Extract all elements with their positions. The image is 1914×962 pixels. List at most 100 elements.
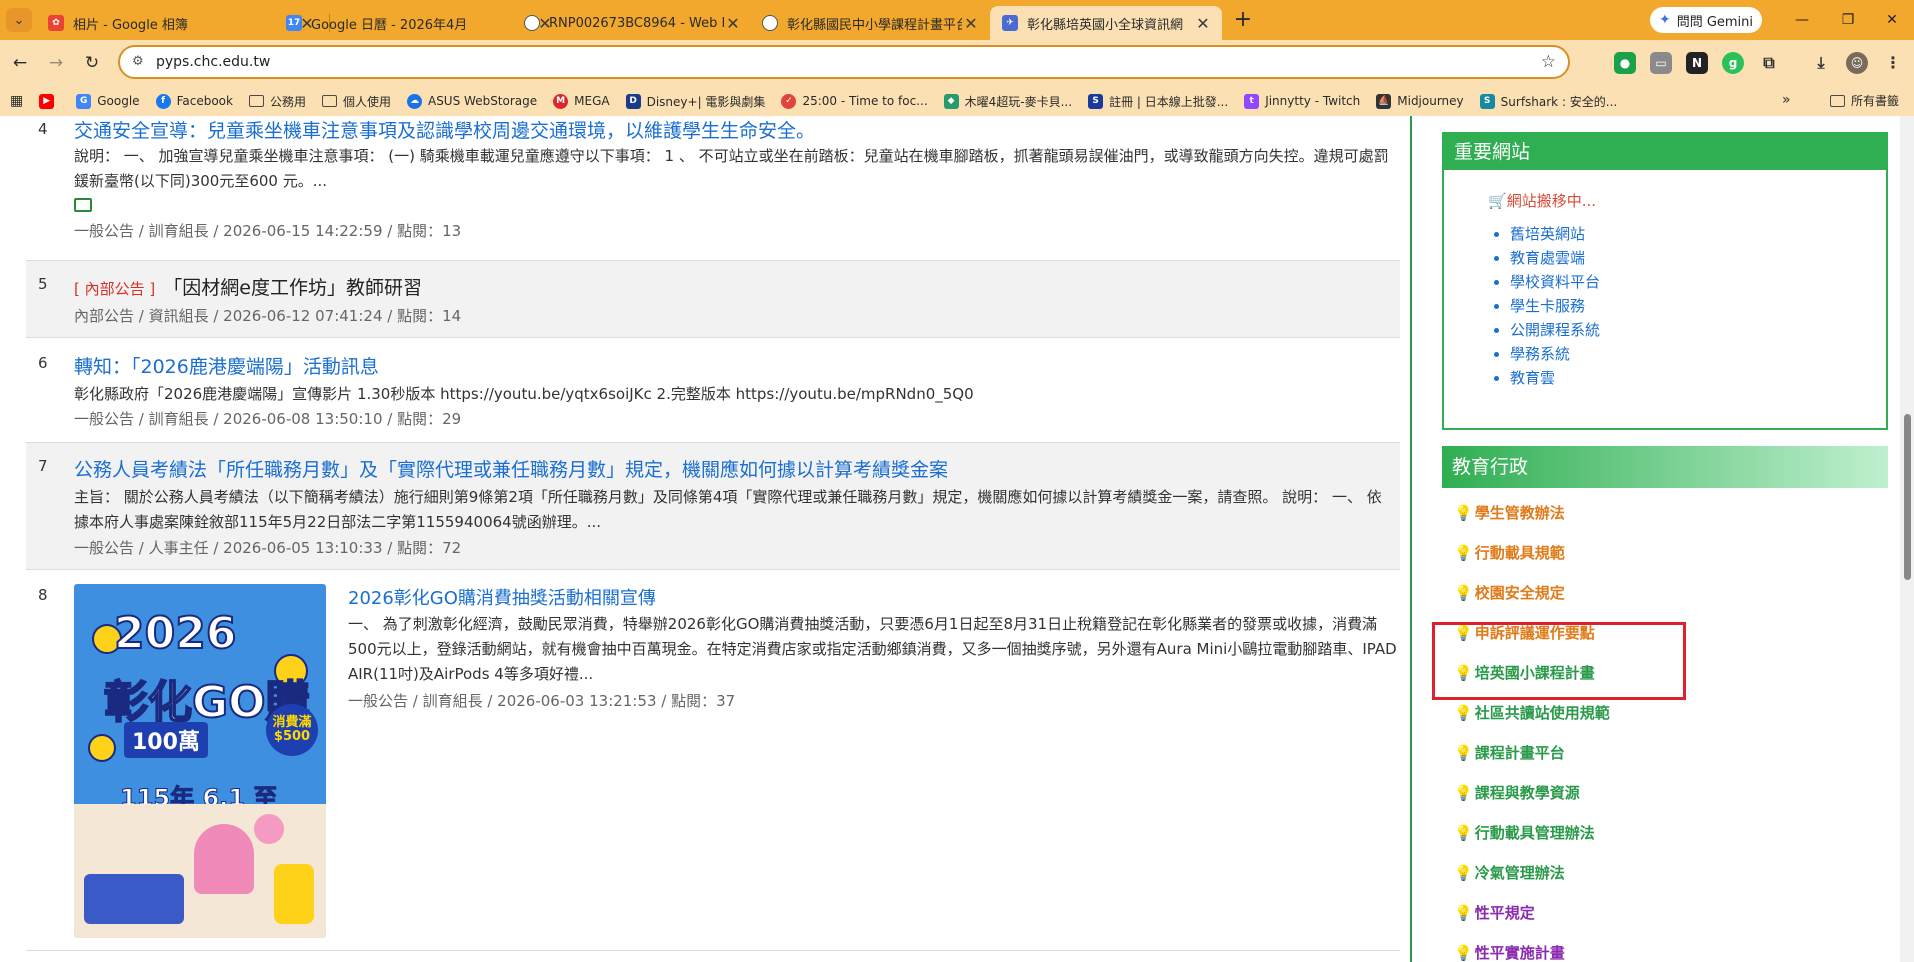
tab-peiying-school[interactable]: ✈ 彰化縣培英國小全球資訊網 ✕ [990,6,1222,40]
close-icon[interactable]: ✕ [724,14,742,33]
bookmark-disney[interactable]: D Disney+| 電影與劇集 [625,93,766,110]
content-divider [1410,116,1412,962]
all-bookmarks-button[interactable]: 所有書籤 [1830,92,1899,109]
admin-link[interactable]: 💡 課程與教學資源 [1454,782,1580,803]
bookmark-surfshark[interactable]: S Surfshark : 安全的... [1479,93,1617,110]
tab-web-image[interactable]: RNP002673BC8964 - Web Im ✕ [512,6,752,40]
site-link[interactable]: 舊培英網站 [1510,222,1600,246]
tab-search-button[interactable]: ⌄ [6,8,32,32]
folder-icon [1830,94,1845,107]
site-link[interactable]: 教育雲 [1510,366,1600,390]
extension-icon[interactable]: ● [1614,52,1636,74]
site-link[interactable]: 教育處雲端 [1510,246,1600,270]
news-item: 7 公務人員考績法「所任職務月數」及「實際代理或兼任職務月數」規定，機關應如何據… [26,442,1400,570]
admin-link-label: 性平實施計畫 [1474,944,1565,962]
back-button[interactable]: ← [8,51,32,75]
admin-link-label: 行動載具規範 [1474,544,1565,562]
close-icon[interactable]: ✕ [1194,14,1212,33]
bookmark-google[interactable]: G Google [76,93,140,109]
bookmark-gem[interactable]: ◆ 木曜4超玩-麥卡貝... [943,93,1072,110]
bookmark-star-icon[interactable]: ☆ [1541,52,1556,72]
window-close-button[interactable]: ✕ [1872,6,1912,34]
scrollbar-thumb[interactable] [1904,414,1911,580]
poster-year: 2026 [113,607,237,660]
gemini-sparkle-icon: ✦ [1658,12,1671,28]
tab-strip: ⌄ ✿ 相片 - Google 相簿 ✕ 17 Google 日曆 - 2026… [0,0,1914,40]
news-item: 5 [ 內部公告 ] 「因材網e度工作坊」教師研習 內部公告 / 資訊組長 / 2… [26,260,1400,338]
bookmark-asus[interactable]: ☁ ASUS WebStorage [406,93,538,109]
midjourney-icon: ⛵ [1376,93,1392,109]
admin-link[interactable]: 💡 冷氣管理辦法 [1454,862,1565,883]
bookmark-shop[interactable]: S 註冊 | 日本線上批發... [1088,93,1228,110]
more-bookmarks-icon[interactable]: » [1782,92,1791,108]
bookmark-timer[interactable]: ✓ 25:00 - Time to foc... [781,93,928,109]
panel-heading: 教育行政 [1442,446,1888,488]
surfshark-icon: S [1479,93,1495,109]
admin-link[interactable]: 💡 行動載具管理辦法 [1454,822,1595,843]
bookmark-label: 公務用 [269,94,306,109]
site-link[interactable]: 學務系統 [1510,342,1600,366]
asus-icon: ☁ [406,93,422,109]
globe-icon [762,15,778,31]
menu-icon[interactable]: ⋮ [1882,52,1904,74]
bookmark-facebook[interactable]: f Facebook [155,93,233,109]
extensions-puzzle-icon[interactable]: ⧉ [1758,52,1780,74]
avatar[interactable]: ☺ [1846,52,1868,74]
admin-link[interactable]: 💡 行動載具規範 [1454,542,1565,563]
news-title-link[interactable]: 2026彰化GO購消費抽獎活動相關宣傳 [348,584,656,610]
bookmark-twitch[interactable]: t Jinnytty - Twitch [1244,93,1360,109]
reload-button[interactable]: ↻ [80,51,104,75]
bookmark-folder-personal[interactable]: 個人使用 [321,93,391,110]
bookmark-label: Disney+| 電影與劇集 [646,94,766,109]
site-link[interactable]: 公開課程系統 [1510,318,1600,342]
poster-prize: 100萬 [124,722,208,758]
apps-icon[interactable]: ▦ [10,93,23,109]
lightbulb-icon: 💡 [1454,704,1473,722]
extension-icon[interactable]: ▭ [1650,52,1672,74]
tab-title: 彰化縣國民中小學課程計畫平台 [787,17,962,33]
bookmark-mega[interactable]: M MEGA [553,93,610,109]
bookmarks-bar: ▦ ▶ G Google f Facebook 公務用 個人使用 ☁ ASUS Web… [0,86,1914,116]
moving-notice-link[interactable]: 🛒網站搬移中... [1488,190,1596,211]
bookmark-label: Facebook [176,94,233,108]
news-meta: 一般公告 / 訓育組長 / 2026-06-03 13:21:53 / 點閱：3… [348,692,736,710]
tab-title: 相片 - Google 相簿 [73,17,188,33]
admin-link-label: 行動載具管理辦法 [1474,824,1595,842]
image-attachment-icon[interactable] [74,198,92,212]
site-link[interactable]: 學校資料平台 [1510,270,1600,294]
news-title-link[interactable]: 交通安全宣導：兒童乘坐機車注意事項及認識學校周邊交通環境，以維護學生生命安全。 [74,116,815,143]
news-meta: 內部公告 / 資訊組長 / 2026-06-12 07:41:24 / 點閱：1… [74,307,462,325]
site-settings-icon[interactable]: ⚙ [132,54,144,69]
bookmark-midjourney[interactable]: ⛵ Midjourney [1376,93,1464,109]
address-bar[interactable]: ⚙ pyps.chc.edu.tw ☆ [118,45,1570,79]
admin-link[interactable]: 💡 社區共讀站使用規範 [1454,702,1610,723]
download-icon[interactable]: ⤓ [1810,52,1832,74]
forward-button[interactable]: → [44,51,68,75]
promo-poster-image[interactable]: 2026 彰化GO購 100萬 消費滿 $500 115年 6.1 至 8.31 [74,584,326,938]
bookmark-youtube[interactable]: ▶ [39,93,60,109]
site-link[interactable]: 學生卡服務 [1510,294,1600,318]
bookmark-label: ASUS WebStorage [427,94,538,108]
close-icon[interactable]: ✕ [962,14,980,33]
url-text[interactable]: pyps.chc.edu.tw [156,54,270,70]
bookmark-label: 所有書籤 [1851,94,1900,108]
restore-button[interactable]: ❐ [1828,6,1868,34]
admin-link[interactable]: 💡 學生管教辦法 [1454,502,1565,523]
news-title-link[interactable]: 轉知：「2026鹿港慶端陽」活動訊息 [74,352,379,379]
news-number: 8 [38,586,48,604]
new-tab-button[interactable]: + [1230,8,1256,34]
lightbulb-icon: 💡 [1454,784,1473,802]
admin-link[interactable]: 💡 性平實施計畫 [1454,942,1565,962]
minimize-button[interactable]: — [1782,6,1822,34]
news-title-link[interactable]: 「因材網e度工作坊」教師研習 [163,277,422,299]
bookmark-folder-official[interactable]: 公務用 [248,93,306,110]
tab-course-plan-platform[interactable]: 彰化縣國民中小學課程計畫平台 ✕ [750,6,990,40]
extension-icon[interactable]: N [1686,52,1708,74]
admin-link[interactable]: 💡 校園安全規定 [1454,582,1565,603]
admin-link-label: 校園安全規定 [1474,584,1565,602]
admin-link[interactable]: 💡 課程計畫平台 [1454,742,1565,763]
news-title-link[interactable]: 公務人員考績法「所任職務月數」及「實際代理或兼任職務月數」規定，機關應如何據以計… [74,455,948,482]
admin-link[interactable]: 💡 性平規定 [1454,902,1535,923]
ask-gemini-button[interactable]: ✦ 問問 Gemini [1650,7,1762,33]
extension-icon[interactable]: g [1722,52,1744,74]
